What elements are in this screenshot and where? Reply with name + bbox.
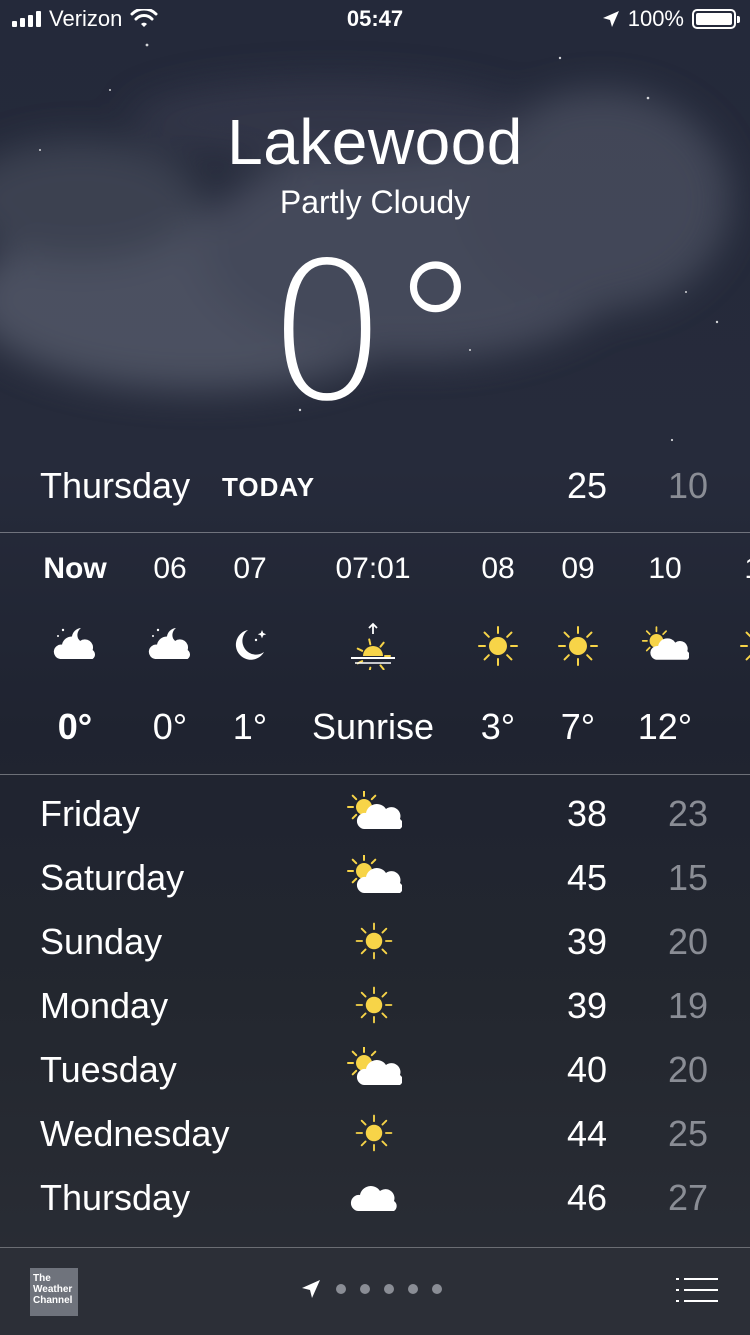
sun-icon — [736, 622, 750, 670]
battery-percent: 100% — [627, 6, 684, 31]
page-dot[interactable] — [432, 1284, 442, 1294]
today-label: TODAY — [222, 472, 316, 502]
page-dot[interactable] — [384, 1284, 394, 1294]
daily-low: 15 — [667, 857, 708, 898]
divider — [0, 774, 750, 775]
daily-high: 39 — [566, 985, 607, 1026]
daily-day: Monday — [40, 985, 169, 1026]
hourly-temp: 0° — [57, 706, 93, 747]
page-indicator[interactable] — [300, 1278, 442, 1300]
hourly-time: 07:01 — [335, 552, 411, 585]
hourly-time: Now — [43, 552, 107, 585]
partly-cloudy-icon — [641, 622, 690, 670]
status-bar: Verizon 05:47 100% — [0, 0, 750, 40]
hourly-time: 11 — [705, 552, 750, 586]
daily-high: 39 — [566, 921, 607, 962]
today-high: 25 — [566, 465, 607, 506]
daily-row: Saturday 45 15 — [0, 849, 750, 913]
hourly-item: 07:01 Sunrise — [298, 534, 448, 774]
hourly-temp: 1 — [705, 706, 750, 748]
hourly-temp: 12° — [637, 706, 693, 747]
daily-row: Wednesday 44 25 — [0, 1105, 750, 1169]
daily-low: 19 — [667, 985, 708, 1026]
daily-row: Monday 39 19 — [0, 977, 750, 1041]
daily-low: 27 — [667, 1177, 708, 1218]
today-summary: Thursday TODAY 25 10 — [0, 460, 750, 510]
bottom-bar: The Weather Channel — [0, 1247, 750, 1335]
cloud-icon — [346, 1175, 402, 1219]
daily-low: 23 — [667, 793, 708, 834]
sun-icon — [474, 622, 522, 670]
page-dot[interactable] — [336, 1284, 346, 1294]
page-dot[interactable] — [408, 1284, 418, 1294]
partly-cloudy-night-icon — [146, 622, 194, 670]
daily-day: Tuesday — [40, 1049, 177, 1090]
hourly-temp: Sunrise — [311, 706, 435, 747]
partly-cloudy-night-icon — [51, 622, 99, 670]
battery-icon — [692, 9, 740, 29]
current-temperature: 0° — [267, 222, 483, 443]
daily-low: 20 — [667, 1049, 708, 1090]
daily-low: 25 — [667, 1113, 708, 1154]
daily-row: Friday 38 23 — [0, 785, 750, 849]
hourly-temp: 1° — [232, 706, 268, 747]
today-low: 10 — [667, 465, 708, 506]
daily-day: Wednesday — [40, 1113, 230, 1154]
today-day: Thursday — [40, 465, 191, 506]
sun-icon — [346, 919, 402, 963]
sunrise-icon — [349, 622, 397, 674]
city-list-icon[interactable] — [676, 1276, 718, 1304]
daily-row: Sunday 39 20 — [0, 913, 750, 977]
daily-low: 20 — [667, 921, 708, 962]
current-condition: Partly Cloudy — [279, 184, 471, 220]
divider — [0, 532, 750, 533]
location-arrow-icon — [302, 1280, 320, 1298]
daily-day: Thursday — [40, 1177, 191, 1218]
hourly-item: 07 1° — [195, 534, 305, 774]
sun-icon — [554, 622, 602, 670]
daily-forecast[interactable]: Friday 38 23 Saturday 45 15 Sunday 39 20 Monday 39… — [0, 785, 750, 1233]
sun-icon — [346, 983, 402, 1027]
daily-row: Thursday 46 27 — [0, 1169, 750, 1233]
partly-cloudy-icon — [346, 854, 403, 899]
daily-high: 46 — [566, 1177, 607, 1218]
moon-stars-icon — [226, 622, 274, 670]
hourly-item: 10 12° — [610, 534, 720, 774]
page-dot[interactable] — [360, 1284, 370, 1294]
partly-cloudy-icon — [346, 790, 403, 835]
hourly-item: 111 — [705, 534, 750, 774]
daily-day: Saturday — [40, 857, 185, 898]
daily-row: Tuesday 40 20 — [0, 1041, 750, 1105]
weather-channel-logo[interactable]: The Weather Channel — [30, 1268, 78, 1316]
daily-high: 44 — [566, 1113, 607, 1154]
daily-high: 45 — [566, 857, 607, 898]
battery-info: 100% — [602, 6, 740, 32]
hourly-forecast[interactable]: Now0°060°071°07:01Sunrise083°097°1012°11… — [0, 534, 750, 774]
location-arrow-icon — [602, 11, 619, 27]
daily-day: Sunday — [40, 921, 163, 962]
hourly-time: 07 — [233, 552, 267, 585]
city-name: Lakewood — [227, 106, 523, 178]
partly-cloudy-icon — [346, 1046, 403, 1091]
hourly-item: Now 0° — [20, 534, 130, 774]
sun-icon — [346, 1111, 402, 1155]
hourly-time: 10 — [648, 552, 682, 585]
daily-high: 38 — [566, 793, 607, 834]
daily-high: 40 — [566, 1049, 607, 1090]
daily-day: Friday — [40, 793, 141, 834]
